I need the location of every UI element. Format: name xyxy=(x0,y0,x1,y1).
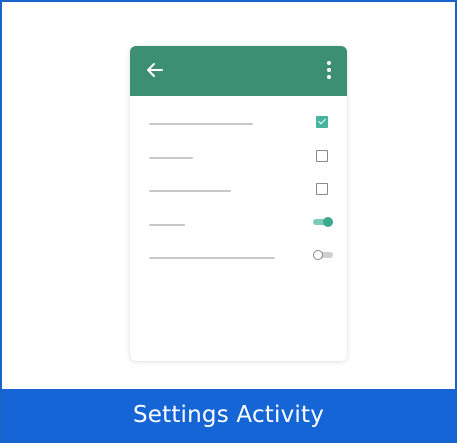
setting-row xyxy=(130,142,347,176)
setting-label-placeholder xyxy=(149,156,193,159)
app-bar xyxy=(130,46,347,96)
setting-label-placeholder xyxy=(149,257,275,259)
setting-row xyxy=(130,209,347,243)
template-preview xyxy=(2,2,455,391)
activity-template-tile[interactable]: Settings Activity xyxy=(0,0,457,443)
setting-label-placeholder xyxy=(149,123,253,125)
checkbox-unchecked xyxy=(316,149,328,162)
settings-list xyxy=(130,108,347,276)
setting-row xyxy=(130,108,347,142)
setting-label-placeholder xyxy=(149,190,231,192)
template-caption-bar: Settings Activity xyxy=(2,389,455,441)
switch-on xyxy=(313,216,333,227)
setting-row xyxy=(130,175,347,209)
checkbox-checked xyxy=(316,116,328,128)
phone-mockup xyxy=(130,46,347,361)
checkbox-unchecked xyxy=(316,183,328,195)
arrow-left-icon xyxy=(147,63,163,77)
setting-row xyxy=(130,242,347,276)
template-caption: Settings Activity xyxy=(132,402,325,428)
more-vert-icon xyxy=(327,61,331,79)
setting-label-placeholder xyxy=(149,223,185,226)
switch-off xyxy=(313,250,333,260)
